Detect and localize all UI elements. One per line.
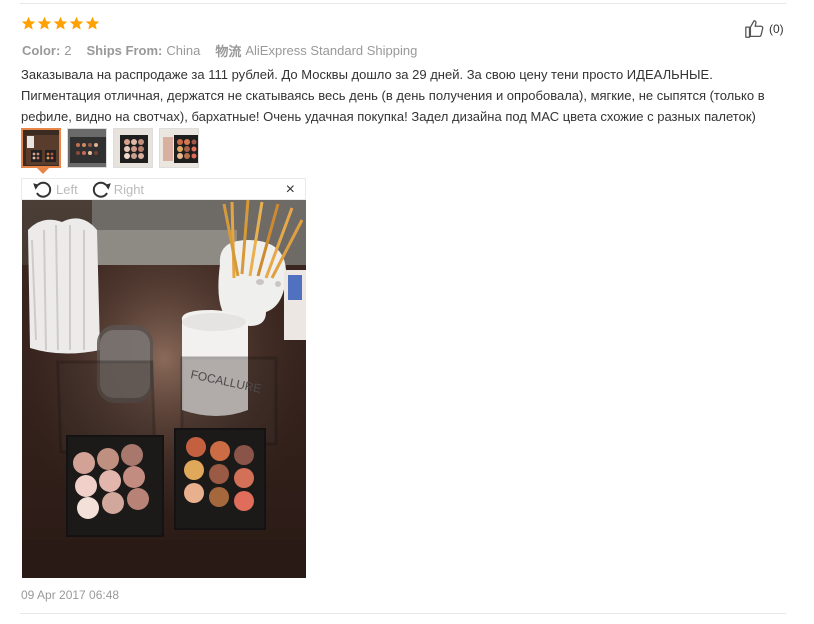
helpful-button[interactable]: (0) bbox=[744, 18, 784, 40]
rotate-left-button[interactable]: Left bbox=[32, 179, 78, 199]
color-value: 2 bbox=[64, 43, 72, 58]
ships-from-label: Ships From: bbox=[86, 43, 163, 58]
like-count: (0) bbox=[769, 22, 784, 36]
thumbnail-3[interactable] bbox=[113, 128, 153, 168]
ships-from-value: China bbox=[166, 43, 201, 58]
thumbnail-1[interactable] bbox=[21, 128, 61, 168]
photo-thumbnails bbox=[21, 128, 199, 168]
order-meta: Color: 2 Ships From: China 物流 AliExpress… bbox=[22, 41, 417, 60]
thumbnail-2[interactable] bbox=[67, 128, 107, 168]
rotate-left-label: Left bbox=[56, 181, 78, 197]
star-icon bbox=[21, 16, 36, 30]
rotate-right-icon bbox=[92, 181, 111, 198]
logistics-value: AliExpress Standard Shipping bbox=[245, 43, 418, 58]
rotate-right-label: Right bbox=[113, 181, 145, 197]
rotate-right-button[interactable]: Right bbox=[90, 179, 144, 199]
review-photo: FOCALLURE bbox=[22, 200, 306, 578]
review-date: 09 Apr 2017 06:48 bbox=[21, 588, 120, 602]
thumbs-up-icon bbox=[745, 20, 764, 38]
thumbnail-4[interactable] bbox=[159, 128, 199, 168]
color-label: Color: bbox=[22, 43, 61, 58]
review-text: Заказывала на распродаже за 111 рублей. … bbox=[21, 67, 765, 124]
rotate-left-icon bbox=[33, 181, 52, 198]
close-icon[interactable]: × bbox=[286, 181, 295, 199]
bottom-divider bbox=[20, 613, 786, 614]
active-thumbnail-indicator bbox=[37, 168, 49, 174]
star-icon bbox=[85, 16, 100, 30]
logistics-label: 物流 bbox=[215, 44, 242, 59]
star-icon bbox=[53, 16, 68, 30]
star-icon bbox=[69, 16, 84, 30]
photo-viewer: Left Right × FOCALLURE bbox=[21, 178, 306, 578]
star-icon bbox=[37, 16, 52, 30]
rating-stars bbox=[21, 16, 100, 31]
top-divider bbox=[20, 3, 786, 4]
viewer-toolbar: Left Right × bbox=[21, 178, 306, 200]
